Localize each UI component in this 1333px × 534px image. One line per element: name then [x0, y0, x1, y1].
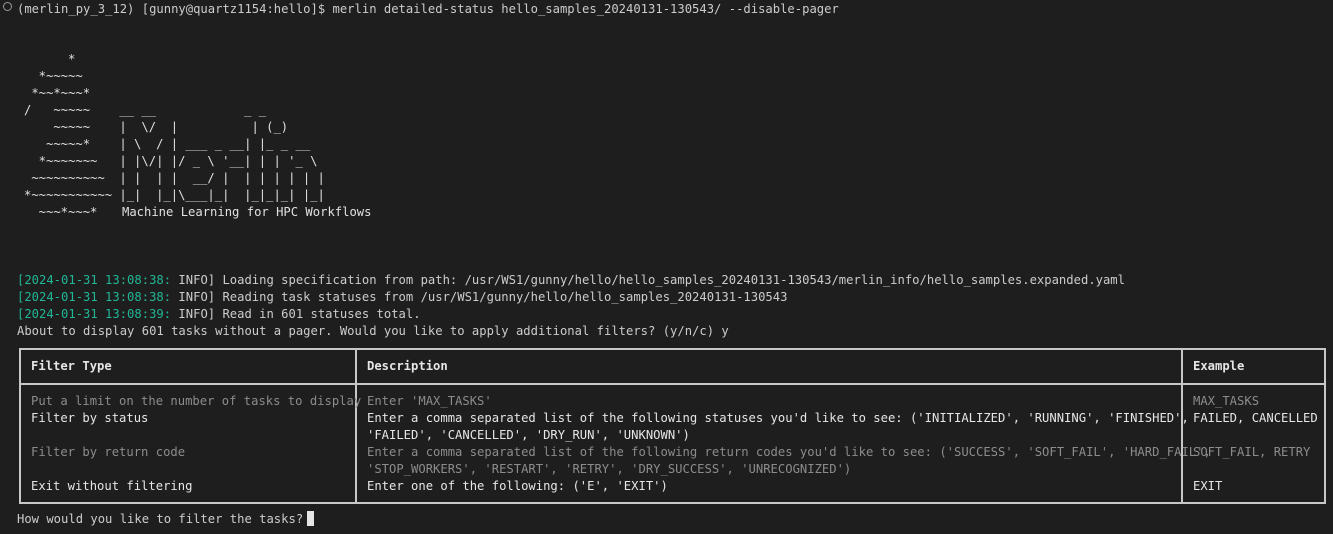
filter-type-cell: Put a limit on the number of tasks to di… [19, 393, 361, 410]
example-cell: SOFT_FAIL, RETRY [1181, 444, 1326, 478]
filter-table: Filter Type Description Example Put a li… [19, 348, 1326, 504]
filter-type-cell: Filter by status [19, 410, 357, 444]
description-cell: Enter a comma separated list of the foll… [355, 444, 1211, 478]
merlin-ascii-logo: * *~~~~~ *~~*~~~* / ~~~~~ __ __ _ _ ~~~~… [24, 52, 325, 219]
log-line: [2024-01-31 13:08:38: INFO] Loading spec… [17, 272, 1125, 289]
tagline: Machine Learning for HPC Workflows [122, 205, 372, 219]
description-cell: Enter one of the following: ('E', 'EXIT'… [355, 478, 1183, 503]
column-header-example: Example [1181, 349, 1326, 385]
log-line: [2024-01-31 13:08:38: INFO] Reading task… [17, 289, 787, 306]
table-row: Put a limit on the number of tasks to di… [19, 393, 1326, 410]
log-level: INFO] [171, 307, 216, 321]
filter-type-cell: Exit without filtering [19, 478, 357, 503]
filter-question: About to display 601 tasks without a pag… [17, 324, 729, 338]
log-message: Reading task statuses from /usr/WS1/gunn… [215, 290, 788, 304]
log-message: Loading specification from path: /usr/WS… [215, 273, 1125, 287]
log-timestamp: [2024-01-31 13:08:38: [17, 273, 172, 287]
filter-input-line[interactable]: How would you like to filter the tasks? [17, 511, 315, 528]
filter-type-cell: Filter by return code [19, 444, 357, 478]
example-cell: MAX_TASKS [1181, 393, 1326, 410]
example-cell: EXIT [1181, 478, 1326, 503]
table-header-row: Filter Type Description Example [19, 349, 1326, 385]
log-level: INFO] [171, 273, 216, 287]
log-timestamp: [2024-01-31 13:08:38: [17, 290, 172, 304]
table-row: Filter by return code Enter a comma sepa… [19, 444, 1326, 478]
table-spacer [19, 384, 1326, 393]
prompt-status-icon [3, 2, 12, 11]
text-cursor[interactable] [307, 511, 315, 526]
log-timestamp: [2024-01-31 13:08:39: [17, 307, 172, 321]
log-level: INFO] [171, 290, 216, 304]
table-row: Exit without filtering Enter one of the … [19, 478, 1326, 503]
description-cell: Enter a comma separated list of the foll… [355, 410, 1189, 444]
example-cell: FAILED, CANCELLED [1181, 410, 1326, 444]
table-row: Filter by status Enter a comma separated… [19, 410, 1326, 444]
description-cell: Enter 'MAX_TASKS' [355, 393, 1183, 410]
column-header-filter-type: Filter Type [19, 349, 357, 385]
column-header-description: Description [355, 349, 1183, 385]
log-message: Read in 601 statuses total. [215, 307, 421, 321]
log-line: [2024-01-31 13:08:39: INFO] Read in 601 … [17, 306, 421, 323]
input-prompt: How would you like to filter the tasks? [17, 512, 304, 526]
command-line: (merlin_py_3_12) [gunny@quartz1154:hello… [17, 2, 839, 16]
